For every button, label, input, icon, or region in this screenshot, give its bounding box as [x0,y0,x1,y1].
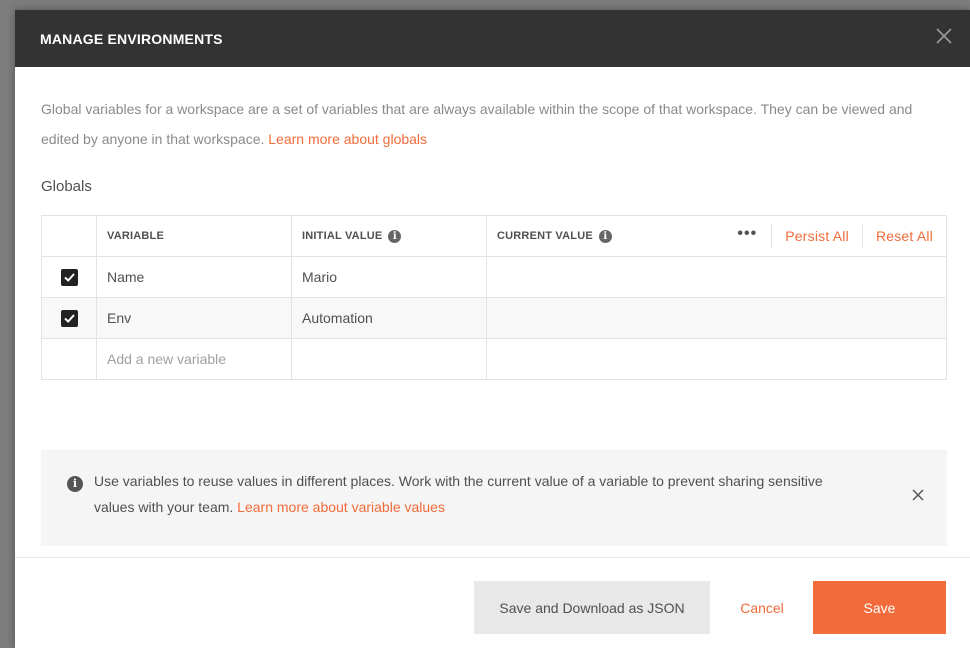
current-value-cell[interactable] [487,257,946,297]
row-check-cell [42,257,97,297]
header-current-value-label: CURRENT VALUE [497,230,593,242]
table-header-row: VARIABLE INITIAL VALUE i CURRENT VALUE i… [42,216,946,257]
table-row: Name Mario [42,257,946,298]
row-checkbox[interactable] [60,309,78,327]
manage-environments-modal: MANAGE ENVIRONMENTS Global variables for… [15,10,970,648]
new-current-value-input[interactable] [487,339,946,379]
cancel-button[interactable]: Cancel [720,581,804,634]
banner-text: Use variables to reuse values in differe… [94,468,854,520]
header-actions: ••• Persist All Reset All [723,216,946,256]
initial-value-cell[interactable]: Automation [292,298,487,338]
header-variable-label: VARIABLE [107,230,165,242]
more-options-icon[interactable]: ••• [723,224,773,248]
variable-cell[interactable]: Env [97,298,292,338]
footer-divider [15,557,970,558]
row-check-cell [42,339,97,379]
checkmark-icon [63,272,75,282]
info-icon[interactable]: i [388,229,402,243]
modal-title: MANAGE ENVIRONMENTS [40,31,223,47]
reset-all-link[interactable]: Reset All [863,224,946,248]
variables-info-banner: i Use variables to reuse values in diffe… [41,450,947,546]
checkmark-icon [63,313,75,323]
new-variable-row: Add a new variable [42,339,946,379]
save-download-json-button[interactable]: Save and Download as JSON [474,581,710,634]
description-text: Global variables for a workspace are a s… [41,101,913,147]
globals-table: VARIABLE INITIAL VALUE i CURRENT VALUE i… [41,215,947,380]
info-icon: i [67,476,83,492]
initial-value: Mario [302,269,338,285]
initial-value: Automation [302,310,373,326]
close-icon[interactable] [911,488,925,502]
new-initial-value-input[interactable] [292,339,487,379]
globals-section-label: Globals [41,178,92,195]
banner-message: Use variables to reuse values in differe… [94,473,823,515]
new-variable-input[interactable]: Add a new variable [97,339,292,379]
variable-cell[interactable]: Name [97,257,292,297]
learn-more-globals-link[interactable]: Learn more about globals [268,131,427,147]
header-check-cell [42,216,97,256]
initial-value-cell[interactable]: Mario [292,257,487,297]
header-current-value: CURRENT VALUE i ••• Persist All Reset Al… [487,216,946,256]
header-variable: VARIABLE [97,216,292,256]
save-button[interactable]: Save [813,581,946,634]
close-icon[interactable] [932,24,956,48]
current-value-cell[interactable] [487,298,946,338]
persist-all-link[interactable]: Persist All [772,224,863,248]
table-row: Env Automation [42,298,946,339]
variable-name: Env [107,310,132,326]
header-initial-value: INITIAL VALUE i [292,216,487,256]
learn-more-variable-values-link[interactable]: Learn more about variable values [237,499,445,515]
modal-header: MANAGE ENVIRONMENTS [15,10,970,67]
new-variable-placeholder: Add a new variable [107,351,227,367]
variable-name: Name [107,269,145,285]
info-icon[interactable]: i [598,229,612,243]
row-checkbox[interactable] [60,268,78,286]
row-check-cell [42,298,97,338]
header-initial-value-label: INITIAL VALUE [302,230,383,242]
globals-description: Global variables for a workspace are a s… [41,94,951,154]
